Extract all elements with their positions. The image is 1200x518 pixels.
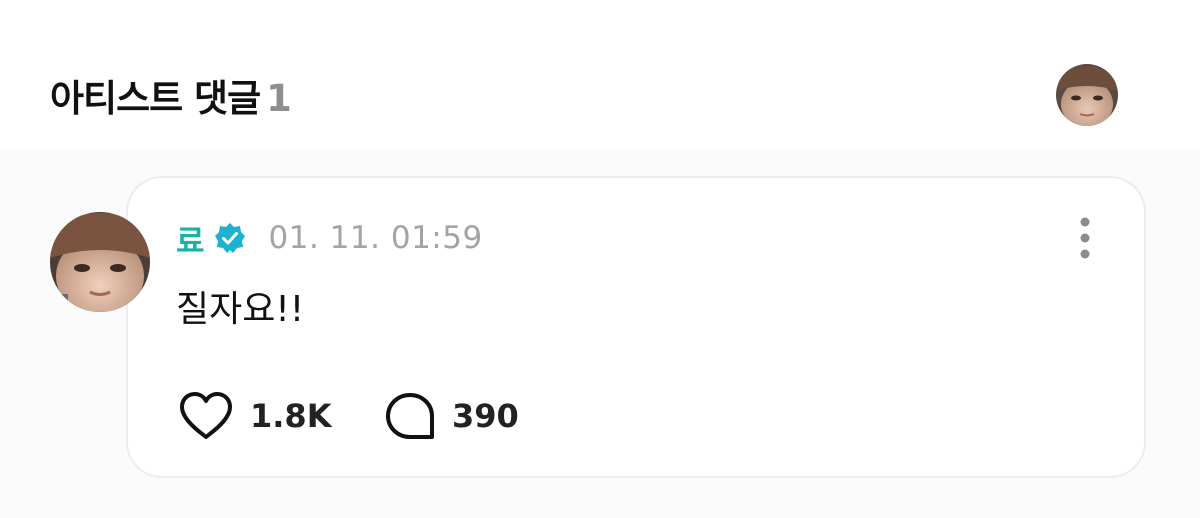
reply-count: 390 [452, 397, 519, 435]
like-count: 1.8K [250, 397, 332, 435]
author-name[interactable]: 료 [176, 216, 205, 261]
artist-comments-page: 아티스트 댓글 1 료 01. 11. 01:59 질자요!! 1.8K 390 [0, 0, 1200, 518]
comment-meta: 료 01. 11. 01:59 [176, 216, 483, 261]
comment-author-avatar[interactable] [50, 212, 150, 312]
comment-timestamp: 01. 11. 01:59 [268, 220, 483, 256]
comment-count: 1 [266, 77, 292, 120]
profile-avatar[interactable] [1056, 64, 1118, 126]
more-options-button[interactable] [1068, 216, 1102, 260]
like-button[interactable]: 1.8K [178, 390, 331, 442]
more-vertical-icon [1080, 217, 1090, 259]
avatar-photo [1056, 64, 1118, 126]
section-header: 아티스트 댓글 1 [0, 0, 1200, 150]
section-title: 아티스트 댓글 1 [50, 68, 292, 122]
heart-icon [180, 392, 232, 439]
comment-body: 질자요!! [176, 289, 305, 330]
section-title-text: 아티스트 댓글 [50, 77, 261, 120]
reply-button[interactable]: 390 [384, 390, 519, 442]
avatar-photo [50, 212, 150, 312]
comment-bubble-icon [386, 393, 434, 439]
verified-badge-icon [213, 221, 247, 255]
